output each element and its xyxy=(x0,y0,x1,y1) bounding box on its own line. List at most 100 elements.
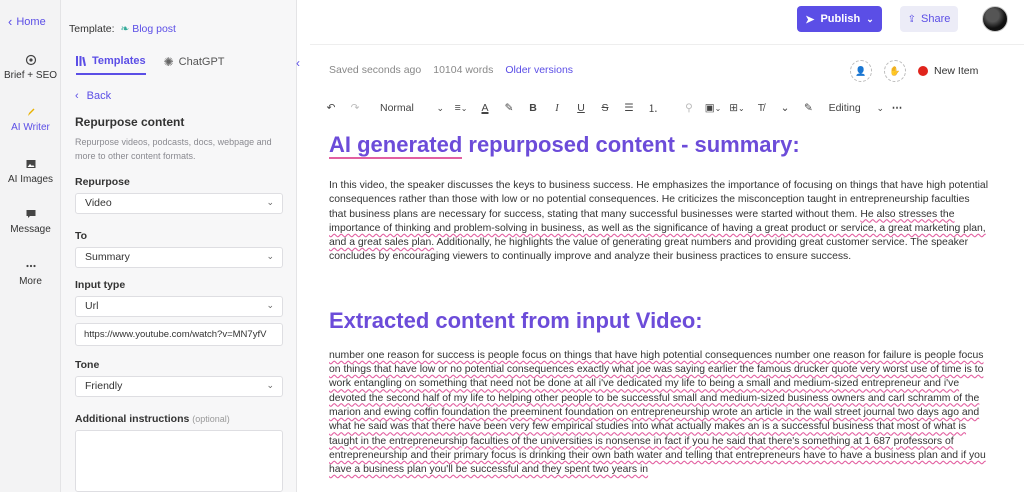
block-style-select[interactable]: Normal ⌄ xyxy=(376,99,448,117)
formatting-toolbar: ↶ ↷ Normal ⌄ ≡ ⌄ A ✎ B I U S ☰ ⒈ ⚲ ▣ ⌄ ⊞ ⌄ … xyxy=(320,99,1020,117)
rail-item-more[interactable]: More xyxy=(0,260,61,287)
add-user-icon[interactable]: 👤 xyxy=(850,60,872,82)
rail-item-label: AI Images xyxy=(7,174,54,185)
template-label: Template: xyxy=(69,23,115,35)
numbered-list-icon[interactable]: ⒈ xyxy=(642,99,664,117)
home-label: Home xyxy=(16,15,46,28)
left-rail: ‹ Home Brief + SEO AI Writer AI Images M… xyxy=(0,0,61,492)
status-dot-icon xyxy=(918,66,928,76)
italic-icon[interactable]: I xyxy=(546,99,568,117)
template-name-link[interactable]: ❧ Blog post xyxy=(120,23,176,35)
template-name: Blog post xyxy=(132,23,176,35)
url-value: https://www.youtube.com/watch?v=MN7yfV xyxy=(84,329,267,340)
bullet-list-icon[interactable]: ☰ xyxy=(618,99,640,117)
bold-icon[interactable]: B xyxy=(522,99,544,117)
more-format-icon[interactable]: ⌄ xyxy=(774,99,796,117)
heading-summary-part1: AI generated xyxy=(329,132,463,159)
align-icon[interactable]: ≡ ⌄ xyxy=(450,99,472,117)
block-style-value: Normal xyxy=(380,102,414,114)
link-icon[interactable]: ⚲ xyxy=(678,99,700,117)
heading-summary-part2: repurposed content - summary: xyxy=(462,132,800,157)
tab-templates[interactable]: Templates xyxy=(76,55,146,75)
text-color-icon[interactable]: A xyxy=(474,99,496,117)
editing-mode-value: Editing xyxy=(828,102,861,114)
chevron-down-icon: ⌄ xyxy=(866,13,874,24)
select-value: Url xyxy=(85,300,99,312)
select-value: Video xyxy=(85,197,112,209)
more-options-icon[interactable]: ⋯ xyxy=(886,99,908,117)
extracted-paragraph: number one reason for success is people … xyxy=(329,349,986,476)
rail-item-label: More xyxy=(19,276,42,287)
undo-icon[interactable]: ↶ xyxy=(320,99,342,117)
collapse-panel-icon[interactable]: ‹ xyxy=(296,56,308,70)
upload-icon: ⇪ xyxy=(907,13,917,25)
document-content[interactable]: AI generated repurposed content - summar… xyxy=(329,131,989,477)
share-button[interactable]: ⇪ Share xyxy=(900,6,958,32)
saved-status: Saved seconds ago xyxy=(329,64,422,76)
chevron-left-icon: ‹ xyxy=(75,90,79,102)
heading-extracted: Extracted content from input Video: xyxy=(329,307,703,333)
tab-label: ChatGPT xyxy=(178,56,225,68)
section-description: Repurpose videos, podcasts, docs, webpag… xyxy=(75,137,272,161)
chevron-down-icon: ⌄ xyxy=(436,102,444,113)
additional-instructions-label: Additional instructions (optional) xyxy=(75,413,230,425)
clear-format-icon[interactable]: T̸ xyxy=(750,99,772,117)
section-title: Repurpose content xyxy=(75,115,185,129)
share-label: Share xyxy=(921,13,951,25)
rail-item-label: AI Writer xyxy=(11,122,50,133)
editor: Saved seconds ago 10104 words Older vers… xyxy=(310,44,1024,492)
summary-paragraph: In this video, the speaker discusses the… xyxy=(329,179,989,265)
additional-label-text: Additional instructions xyxy=(75,413,190,425)
highlight-icon[interactable]: ✎ xyxy=(498,99,520,117)
back-link[interactable]: ‹ Back xyxy=(75,90,111,102)
additional-instructions-textarea[interactable] xyxy=(75,430,283,492)
publish-label: Publish xyxy=(820,13,861,25)
underline-icon[interactable]: U xyxy=(570,99,592,117)
chatgpt-icon: ✺ xyxy=(163,55,174,69)
input-type-label: Input type xyxy=(75,279,126,291)
rail-item-message[interactable]: Message xyxy=(0,208,61,235)
chevron-down-icon: ⌄ xyxy=(876,102,884,113)
rail-item-ai-images[interactable]: AI Images xyxy=(0,158,61,185)
select-value: Summary xyxy=(85,251,130,263)
templates-icon xyxy=(76,56,87,66)
heading-summary: AI generated repurposed content - summar… xyxy=(329,131,989,159)
input-type-select[interactable]: Url ⌄ xyxy=(75,296,283,317)
strikethrough-icon[interactable]: S xyxy=(594,99,616,117)
redo-icon[interactable]: ↷ xyxy=(344,99,366,117)
repurpose-select[interactable]: Video ⌄ xyxy=(75,193,283,214)
chevron-down-icon: ⌄ xyxy=(266,251,274,261)
target-icon xyxy=(25,54,36,66)
document-meta: Saved seconds ago 10104 words Older vers… xyxy=(329,64,573,76)
word-count: 10104 words xyxy=(433,64,494,76)
status-badge[interactable]: New Item xyxy=(918,65,978,77)
home-link[interactable]: ‹ Home xyxy=(8,14,46,29)
repurpose-label: Repurpose xyxy=(75,176,130,188)
panel-tabs: Templates ✺ ChatGPT xyxy=(76,55,225,75)
url-input[interactable]: https://www.youtube.com/watch?v=MN7yfV xyxy=(75,323,283,346)
chevron-down-icon: ⌄ xyxy=(266,380,274,390)
rail-item-label: Brief + SEO xyxy=(3,70,58,81)
avatar[interactable] xyxy=(982,6,1008,32)
table-icon[interactable]: ⊞ ⌄ xyxy=(726,99,748,117)
editing-mode-select[interactable]: ✎ Editing ⌄ xyxy=(804,99,884,117)
insert-image-icon[interactable]: ▣ ⌄ xyxy=(702,99,724,117)
leaf-icon: ❧ xyxy=(120,23,130,35)
rail-item-brief-seo[interactable]: Brief + SEO xyxy=(0,54,61,81)
back-label: Back xyxy=(86,90,112,102)
older-versions-link[interactable]: Older versions xyxy=(505,64,573,76)
to-select[interactable]: Summary ⌄ xyxy=(75,247,283,268)
message-icon xyxy=(26,210,35,218)
image-icon xyxy=(26,160,35,168)
template-line: Template: ❧ Blog post xyxy=(69,23,176,35)
optional-tag: (optional) xyxy=(192,414,230,424)
to-label: To xyxy=(75,230,88,242)
select-value: Friendly xyxy=(85,380,123,392)
template-panel: Template: ❧ Blog post Templates ✺ ChatGP… xyxy=(61,0,297,492)
rail-item-ai-writer[interactable]: AI Writer xyxy=(0,106,61,133)
publish-button[interactable]: ➤ Publish ⌄ xyxy=(797,6,882,32)
tone-select[interactable]: Friendly ⌄ xyxy=(75,376,283,397)
chevron-down-icon: ⌄ xyxy=(266,197,274,207)
collaborator-icon[interactable]: ✋ xyxy=(884,60,906,82)
tab-chatgpt[interactable]: ✺ ChatGPT xyxy=(164,55,225,75)
